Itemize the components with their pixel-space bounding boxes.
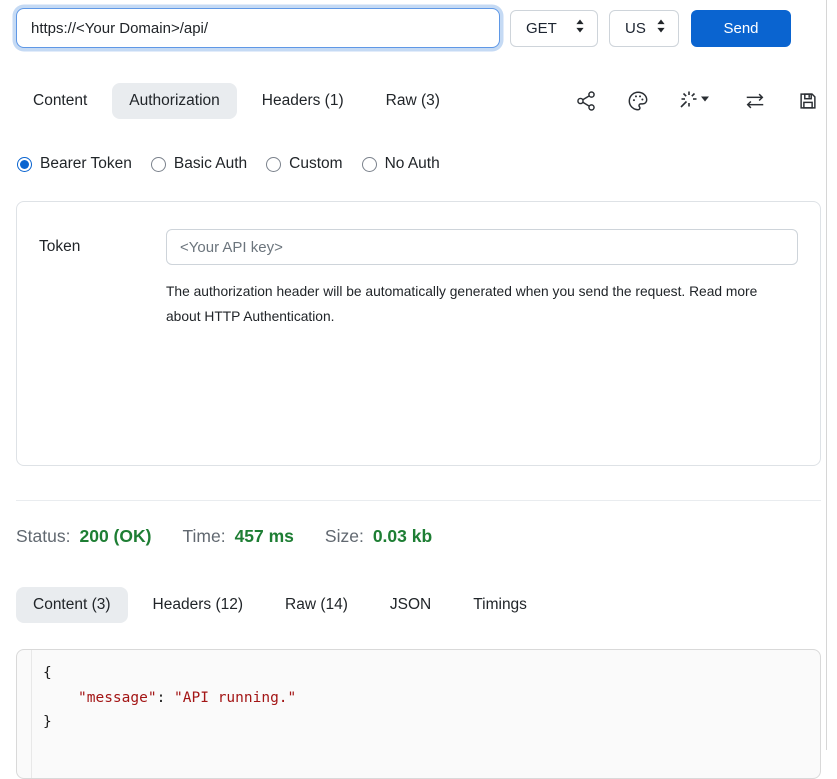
resp-tab-json[interactable]: JSON — [373, 587, 448, 623]
section-divider — [16, 500, 821, 501]
auth-option-no-auth[interactable]: No Auth — [362, 155, 440, 173]
request-tabs-row: Content Authorization Headers (1) Raw (3… — [16, 83, 821, 119]
auth-option-bearer-token[interactable]: Bearer Token — [17, 155, 132, 173]
resp-tab-content[interactable]: Content (3) — [16, 587, 128, 623]
bearer-token-panel: Token The authorization header will be a… — [16, 201, 821, 466]
auth-option-custom[interactable]: Custom — [266, 155, 342, 173]
api-tester-page: GET US Send Content Authorization Header… — [0, 0, 837, 750]
save-icon[interactable] — [797, 90, 819, 112]
resp-tab-timings[interactable]: Timings — [456, 587, 544, 623]
auth-type-group: Bearer Token Basic Auth Custom No Auth — [16, 155, 821, 173]
region-select[interactable]: US — [609, 10, 679, 47]
radio-icon — [266, 157, 281, 172]
radio-icon — [151, 157, 166, 172]
tab-raw[interactable]: Raw (3) — [369, 83, 457, 119]
url-input[interactable] — [16, 8, 500, 48]
tab-authorization[interactable]: Authorization — [112, 83, 236, 119]
token-input[interactable] — [166, 229, 798, 265]
status-label: Status: — [16, 526, 70, 547]
resp-tab-headers[interactable]: Headers (12) — [136, 587, 260, 623]
resp-tab-raw[interactable]: Raw (14) — [268, 587, 365, 623]
token-label: Token — [39, 238, 166, 256]
page-right-rule — [826, 0, 827, 750]
share-icon[interactable] — [575, 90, 597, 112]
response-json: { "message": "API running." } — [32, 650, 296, 778]
swap-arrows-icon[interactable] — [743, 90, 767, 112]
token-help-text: The authorization header will be automat… — [166, 279, 770, 329]
request-bar: GET US Send — [16, 8, 821, 48]
response-body: { "message": "API running." } — [16, 649, 821, 779]
size-label: Size: — [325, 526, 364, 547]
request-tabs: Content Authorization Headers (1) Raw (3… — [16, 83, 457, 119]
radio-icon — [362, 157, 377, 172]
status-value: 200 (OK) — [79, 526, 151, 547]
tab-headers[interactable]: Headers (1) — [245, 83, 361, 119]
method-select-value: GET — [526, 20, 557, 37]
tab-content[interactable]: Content — [16, 83, 104, 119]
code-gutter — [17, 650, 32, 778]
time-value: 457 ms — [235, 526, 294, 547]
response-status-bar: Status: 200 (OK) Time: 457 ms Size: 0.03… — [16, 526, 821, 547]
size-value: 0.03 kb — [373, 526, 432, 547]
palette-icon[interactable] — [627, 90, 649, 112]
updown-caret-icon — [656, 19, 666, 37]
region-select-value: US — [625, 20, 646, 37]
radio-selected-icon — [17, 157, 32, 172]
method-select[interactable]: GET — [510, 10, 598, 47]
response-tabs: Content (3) Headers (12) Raw (14) JSON T… — [16, 587, 821, 623]
send-button[interactable]: Send — [691, 10, 791, 47]
auth-option-basic-auth[interactable]: Basic Auth — [151, 155, 247, 173]
magic-wand-dropdown-icon[interactable] — [679, 90, 713, 112]
time-label: Time: — [182, 526, 225, 547]
request-toolbar — [575, 90, 821, 112]
updown-caret-icon — [575, 19, 585, 37]
